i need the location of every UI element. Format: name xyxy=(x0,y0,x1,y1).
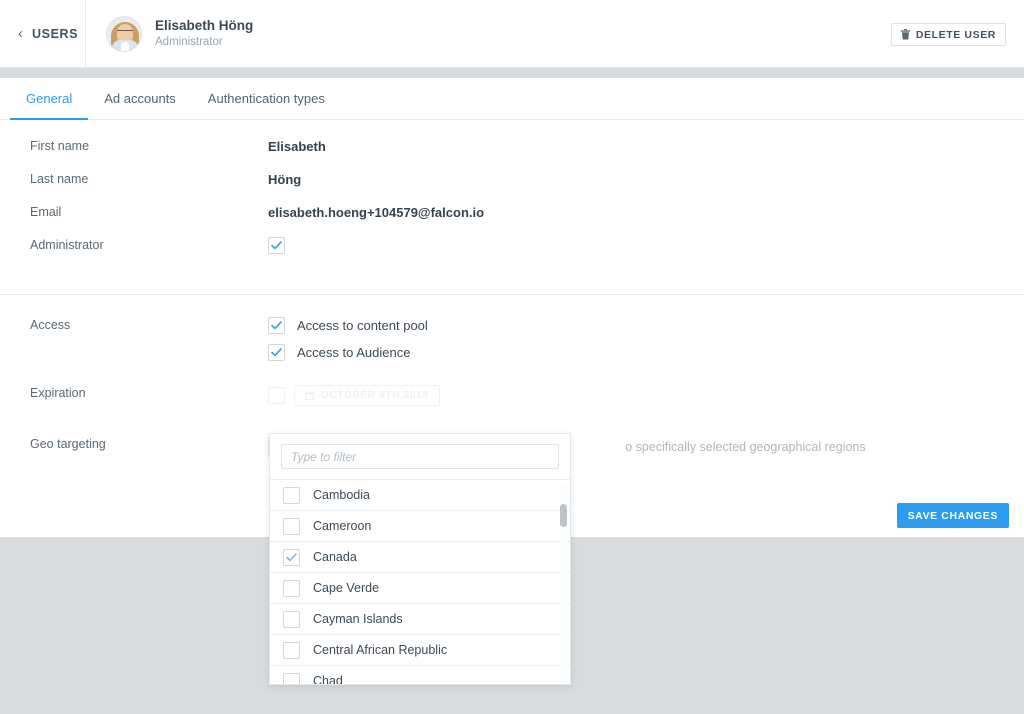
administrator-label: Administrator xyxy=(30,238,104,252)
trash-icon xyxy=(900,29,910,40)
calendar-icon xyxy=(305,391,314,400)
administrator-checkbox[interactable] xyxy=(268,237,285,254)
country-checkbox[interactable] xyxy=(283,579,300,597)
access-audience-checkbox[interactable] xyxy=(268,344,285,361)
save-changes-button[interactable]: SAVE CHANGES xyxy=(896,503,1009,528)
check-icon xyxy=(271,348,282,357)
expiration-date-value: OCTOBER 9TH 2018 xyxy=(321,390,429,401)
country-checkbox[interactable] xyxy=(283,641,300,659)
tab-ad-accounts-label: Ad accounts xyxy=(104,90,176,106)
list-item[interactable]: Cape Verde xyxy=(270,573,570,604)
access-audience-row: Access to Audience xyxy=(268,344,428,361)
user-role-label: Administrator xyxy=(155,35,223,48)
country-label: Chad xyxy=(313,674,343,685)
expiration-checkbox[interactable] xyxy=(268,387,285,404)
list-item[interactable]: Canada xyxy=(270,542,570,573)
back-to-users-label: USERS xyxy=(32,26,79,41)
country-label: Cambodia xyxy=(313,488,370,502)
tab-general[interactable]: General xyxy=(10,78,89,120)
email-label: Email xyxy=(30,205,62,219)
country-filter-input[interactable] xyxy=(281,444,559,469)
list-item[interactable]: Cambodia xyxy=(270,480,570,511)
country-checkbox[interactable] xyxy=(283,672,300,684)
expiration-label: Expiration xyxy=(30,386,86,400)
country-label: Cayman Islands xyxy=(313,612,403,626)
avatar xyxy=(106,15,142,52)
first-name-value: Elisabeth xyxy=(268,139,326,154)
email-value: elisabeth.hoeng+104579@falcon.io xyxy=(268,205,485,220)
field-first-name: First name Elisabeth xyxy=(0,138,1024,171)
check-icon xyxy=(271,321,282,330)
tab-ad-accounts[interactable]: Ad accounts xyxy=(88,78,192,120)
delete-user-button[interactable]: DELETE USER xyxy=(890,23,1006,46)
country-checkbox[interactable] xyxy=(283,486,300,504)
tab-authentication-types-label: Authentication types xyxy=(207,90,325,106)
list-item[interactable]: Chad xyxy=(270,666,570,685)
expiration-date-field[interactable]: OCTOBER 9TH 2018 xyxy=(294,385,440,406)
list-item[interactable]: Central African Republic xyxy=(270,635,570,666)
tab-authentication-types[interactable]: Authentication types xyxy=(192,78,341,120)
top-header-bar: ‹ USERS Elisabeth Höng Administrator DEL… xyxy=(0,0,1024,68)
access-audience-label: Access to Audience xyxy=(297,345,411,360)
access-content-pool-label: Access to content pool xyxy=(297,318,428,333)
list-item[interactable]: Cayman Islands xyxy=(270,604,570,635)
dropdown-scrollbar-thumb[interactable] xyxy=(560,504,567,527)
country-list: Cambodia Cameroon Canada Cape Verde Caym… xyxy=(270,479,570,685)
delete-user-label: DELETE USER xyxy=(915,28,996,41)
country-label: Cape Verde xyxy=(313,581,380,595)
page-title: Elisabeth Höng xyxy=(155,17,254,33)
list-item[interactable]: Cameroon xyxy=(270,511,570,542)
country-checkbox[interactable] xyxy=(283,517,300,535)
country-label: Canada xyxy=(313,550,357,564)
geo-targeting-label: Geo targeting xyxy=(30,437,106,451)
field-last-name: Last name Höng xyxy=(0,171,1024,204)
geo-targeting-help-text: o specifically selected geographical reg… xyxy=(625,440,866,454)
last-name-label: Last name xyxy=(30,172,89,186)
access-content-pool-row: Access to content pool xyxy=(268,317,428,334)
last-name-value: Höng xyxy=(268,172,302,187)
check-icon xyxy=(271,241,282,250)
chevron-left-icon: ‹ xyxy=(18,25,23,42)
profile-section: First name Elisabeth Last name Höng Emai… xyxy=(0,120,1024,270)
access-content-pool-checkbox[interactable] xyxy=(268,317,285,334)
field-expiration: Expiration OCTOBER 9TH 2018 xyxy=(0,385,1024,418)
country-label: Central African Republic xyxy=(313,643,448,657)
tab-bar: General Ad accounts Authentication types xyxy=(0,78,1024,120)
country-checkbox[interactable] xyxy=(283,610,300,628)
check-icon xyxy=(286,552,297,561)
field-administrator: Administrator xyxy=(0,237,1024,270)
countries-dropdown-panel: Cambodia Cameroon Canada Cape Verde Caym… xyxy=(269,433,571,685)
tab-general-label: General xyxy=(26,90,73,106)
user-identity-block: Elisabeth Höng Administrator xyxy=(86,15,254,52)
access-label: Access xyxy=(30,318,71,332)
first-name-label: First name xyxy=(30,139,90,153)
field-email: Email elisabeth.hoeng+104579@falcon.io xyxy=(0,204,1024,237)
country-checkbox[interactable] xyxy=(283,548,300,566)
dropdown-filter-zone xyxy=(270,434,570,479)
country-label: Cameroon xyxy=(313,519,372,533)
field-access: Access Access to content pool Access to … xyxy=(0,317,1024,371)
back-to-users-link[interactable]: ‹ USERS xyxy=(0,0,86,68)
